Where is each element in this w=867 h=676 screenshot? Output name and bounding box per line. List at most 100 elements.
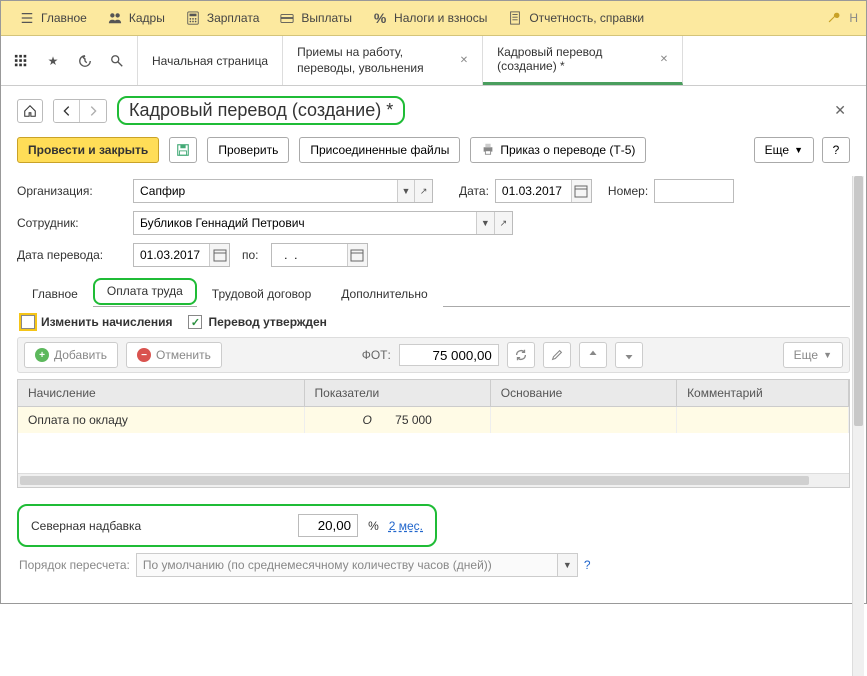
col-comment[interactable]: Комментарий: [677, 380, 849, 406]
attachments-button[interactable]: Присоединенные файлы: [299, 137, 460, 163]
back-button[interactable]: [54, 100, 80, 122]
tab-transfer[interactable]: Кадровый перевод (создание) * ✕: [483, 36, 683, 85]
date-input[interactable]: [496, 180, 571, 202]
search-icon[interactable]: [105, 49, 129, 73]
forward-button[interactable]: [80, 100, 106, 122]
wallet-icon: [279, 10, 295, 26]
refresh-button[interactable]: [507, 342, 535, 368]
nav-taxes[interactable]: % Налоги и взносы: [362, 1, 497, 35]
add-button[interactable]: + Добавить: [24, 342, 118, 368]
help-button[interactable]: ?: [822, 137, 850, 163]
nav-label: Кадры: [129, 11, 165, 25]
grid-h-scrollbar[interactable]: [18, 473, 849, 487]
calendar-icon[interactable]: [209, 244, 229, 266]
col-accrual[interactable]: Начисление: [18, 380, 305, 406]
subtab-main[interactable]: Главное: [17, 280, 93, 307]
wrench-icon[interactable]: [825, 10, 841, 26]
nav-payments[interactable]: Выплаты: [269, 1, 362, 35]
open-button[interactable]: ↗: [494, 212, 512, 234]
transfer-date-field[interactable]: [133, 243, 230, 267]
minus-icon: −: [137, 348, 151, 362]
dropdown-button[interactable]: ▼: [476, 212, 494, 234]
more-button[interactable]: Еще ▼: [783, 342, 843, 368]
post-and-close-button[interactable]: Провести и закрыть: [17, 137, 159, 163]
cell-comment: [677, 407, 849, 433]
col-basis[interactable]: Основание: [491, 380, 677, 406]
grid-header: Начисление Показатели Основание Коммента…: [18, 380, 849, 407]
print-label: Приказ о переводе (Т-5): [500, 143, 635, 157]
action-toolbar: Провести и закрыть Проверить Присоединен…: [1, 131, 866, 175]
col-indicators[interactable]: Показатели: [305, 380, 491, 406]
order-input[interactable]: [137, 554, 557, 576]
tab-hires[interactable]: Приемы на работу, переводы, увольнения ✕: [283, 36, 483, 85]
nav-reports[interactable]: Отчетность, справки: [497, 1, 654, 35]
transfer-approved-check[interactable]: Перевод утвержден: [188, 315, 326, 329]
recalc-order-row: Порядок пересчета: ▼ ?: [17, 547, 850, 583]
tab-start-page[interactable]: Начальная страница: [138, 36, 283, 85]
nav-menu[interactable]: Главное: [9, 1, 97, 35]
accruals-grid: Начисление Показатели Основание Коммента…: [17, 379, 850, 488]
checkbox-icon[interactable]: [21, 315, 35, 329]
org-field[interactable]: ▼ ↗: [133, 179, 433, 203]
tab-label: Приемы на работу, переводы, увольнения: [297, 45, 452, 76]
home-button[interactable]: [17, 99, 43, 123]
more-button[interactable]: Еще ▼: [754, 137, 814, 163]
employee-field[interactable]: ▼ ↗: [133, 211, 513, 235]
order-label: Порядок пересчета:: [19, 558, 130, 572]
subtab-contract[interactable]: Трудовой договор: [197, 280, 326, 307]
months-link[interactable]: 2 мес.: [389, 519, 423, 533]
scrollbar-thumb[interactable]: [854, 176, 863, 426]
help-link[interactable]: ?: [584, 558, 591, 572]
employee-input[interactable]: [134, 212, 476, 234]
number-field[interactable]: [654, 179, 734, 203]
percent-sign: %: [368, 519, 379, 533]
close-page-icon[interactable]: ✕: [830, 98, 850, 123]
save-button[interactable]: [169, 137, 197, 163]
close-icon[interactable]: ✕: [660, 54, 668, 65]
subtab-payment[interactable]: Оплата труда: [93, 278, 197, 305]
nav-truncated: Н: [849, 11, 858, 25]
move-down-button[interactable]: [615, 342, 643, 368]
row-transfer-date: Дата перевода: по:: [17, 239, 850, 271]
move-up-button[interactable]: [579, 342, 607, 368]
nav-label: Налоги и взносы: [394, 11, 487, 25]
dropdown-button[interactable]: ▼: [557, 554, 577, 576]
close-icon[interactable]: ✕: [460, 55, 468, 66]
cancel-button[interactable]: − Отменить: [126, 342, 222, 368]
north-value-input[interactable]: [298, 514, 358, 537]
content-area: Кадровый перевод (создание) * ✕ Провести…: [1, 86, 866, 583]
nav-right: Н: [825, 10, 858, 26]
to-date-field[interactable]: [271, 243, 368, 267]
order-field[interactable]: ▼: [136, 553, 578, 577]
history-icon[interactable]: [73, 49, 97, 73]
apps-icon[interactable]: [9, 49, 33, 73]
cell-indicators: О 75 000: [305, 407, 491, 433]
calculator-icon: [185, 10, 201, 26]
people-icon: [107, 10, 123, 26]
checkbox-icon[interactable]: [188, 315, 202, 329]
nav-label: Отчетность, справки: [529, 11, 644, 25]
nav-salary[interactable]: Зарплата: [175, 1, 270, 35]
calendar-icon[interactable]: [347, 244, 367, 266]
change-accruals-check[interactable]: Изменить начисления: [21, 315, 172, 329]
nav-hr[interactable]: Кадры: [97, 1, 175, 35]
calendar-icon[interactable]: [571, 180, 591, 202]
star-icon[interactable]: ★: [41, 49, 65, 73]
check-button[interactable]: Проверить: [207, 137, 289, 163]
to-date-input[interactable]: [272, 244, 347, 266]
open-button[interactable]: ↗: [414, 180, 432, 202]
number-input[interactable]: [655, 180, 733, 202]
dropdown-button[interactable]: ▼: [397, 180, 415, 202]
subtab-extra[interactable]: Дополнительно: [326, 280, 442, 307]
transfer-date-input[interactable]: [134, 244, 209, 266]
edit-button[interactable]: [543, 342, 571, 368]
print-order-button[interactable]: Приказ о переводе (Т-5): [470, 137, 646, 163]
date-field[interactable]: [495, 179, 592, 203]
table-row[interactable]: Оплата по окладу О 75 000: [18, 407, 849, 433]
fot-input[interactable]: [399, 344, 499, 366]
document-icon: [507, 10, 523, 26]
org-input[interactable]: [134, 180, 397, 202]
date-label: Дата:: [459, 184, 489, 198]
tabbar-tools: ★: [1, 36, 138, 85]
v-scrollbar[interactable]: [852, 176, 864, 676]
